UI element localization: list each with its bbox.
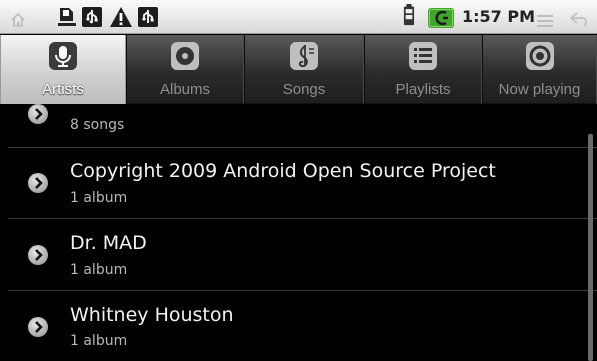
list-item[interactable]: 8 songs xyxy=(8,74,597,148)
now-playing-icon xyxy=(525,42,554,70)
artist-list[interactable]: 8 songs Copyright 2009 Android Open Sour… xyxy=(8,104,597,361)
usb-debug-icon xyxy=(138,7,158,27)
list-item[interactable]: Copyright 2009 Android Open Source Proje… xyxy=(8,148,597,219)
playlist-icon xyxy=(409,42,437,70)
microphone-icon xyxy=(49,42,77,70)
status-time: 1:57 PM xyxy=(462,7,536,26)
item-subtitle: 1 album xyxy=(70,190,128,206)
screen: 1:57 PM Artists Albums Songs Playlists N… xyxy=(0,0,597,361)
battery-icon xyxy=(403,4,415,26)
status-bar: 1:57 PM xyxy=(0,0,597,34)
item-subtitle: 8 songs xyxy=(70,117,125,133)
chevron-right-icon xyxy=(28,173,48,193)
menu-icon[interactable] xyxy=(537,10,553,32)
item-subtitle: 1 album xyxy=(70,333,128,349)
item-subtitle: 1 album xyxy=(70,262,128,278)
chevron-right-icon xyxy=(28,104,48,124)
album-icon xyxy=(171,42,199,70)
sd-card-icon xyxy=(58,8,76,26)
item-title: Copyright 2009 Android Open Source Proje… xyxy=(70,160,496,182)
music-note-icon xyxy=(290,42,318,70)
chevron-right-icon xyxy=(28,317,48,337)
list-item[interactable]: Whitney Houston 1 album xyxy=(8,291,597,361)
warning-icon xyxy=(110,7,132,27)
signal-icon xyxy=(428,8,454,28)
usb-icon xyxy=(82,7,102,27)
chevron-right-icon xyxy=(28,245,48,265)
scrollbar[interactable] xyxy=(588,134,593,361)
item-title: Dr. MAD xyxy=(70,232,147,254)
item-title: Whitney Houston xyxy=(70,304,234,326)
back-icon[interactable] xyxy=(569,8,591,30)
home-icon xyxy=(11,12,25,27)
list-item[interactable]: Dr. MAD 1 album xyxy=(8,219,597,291)
